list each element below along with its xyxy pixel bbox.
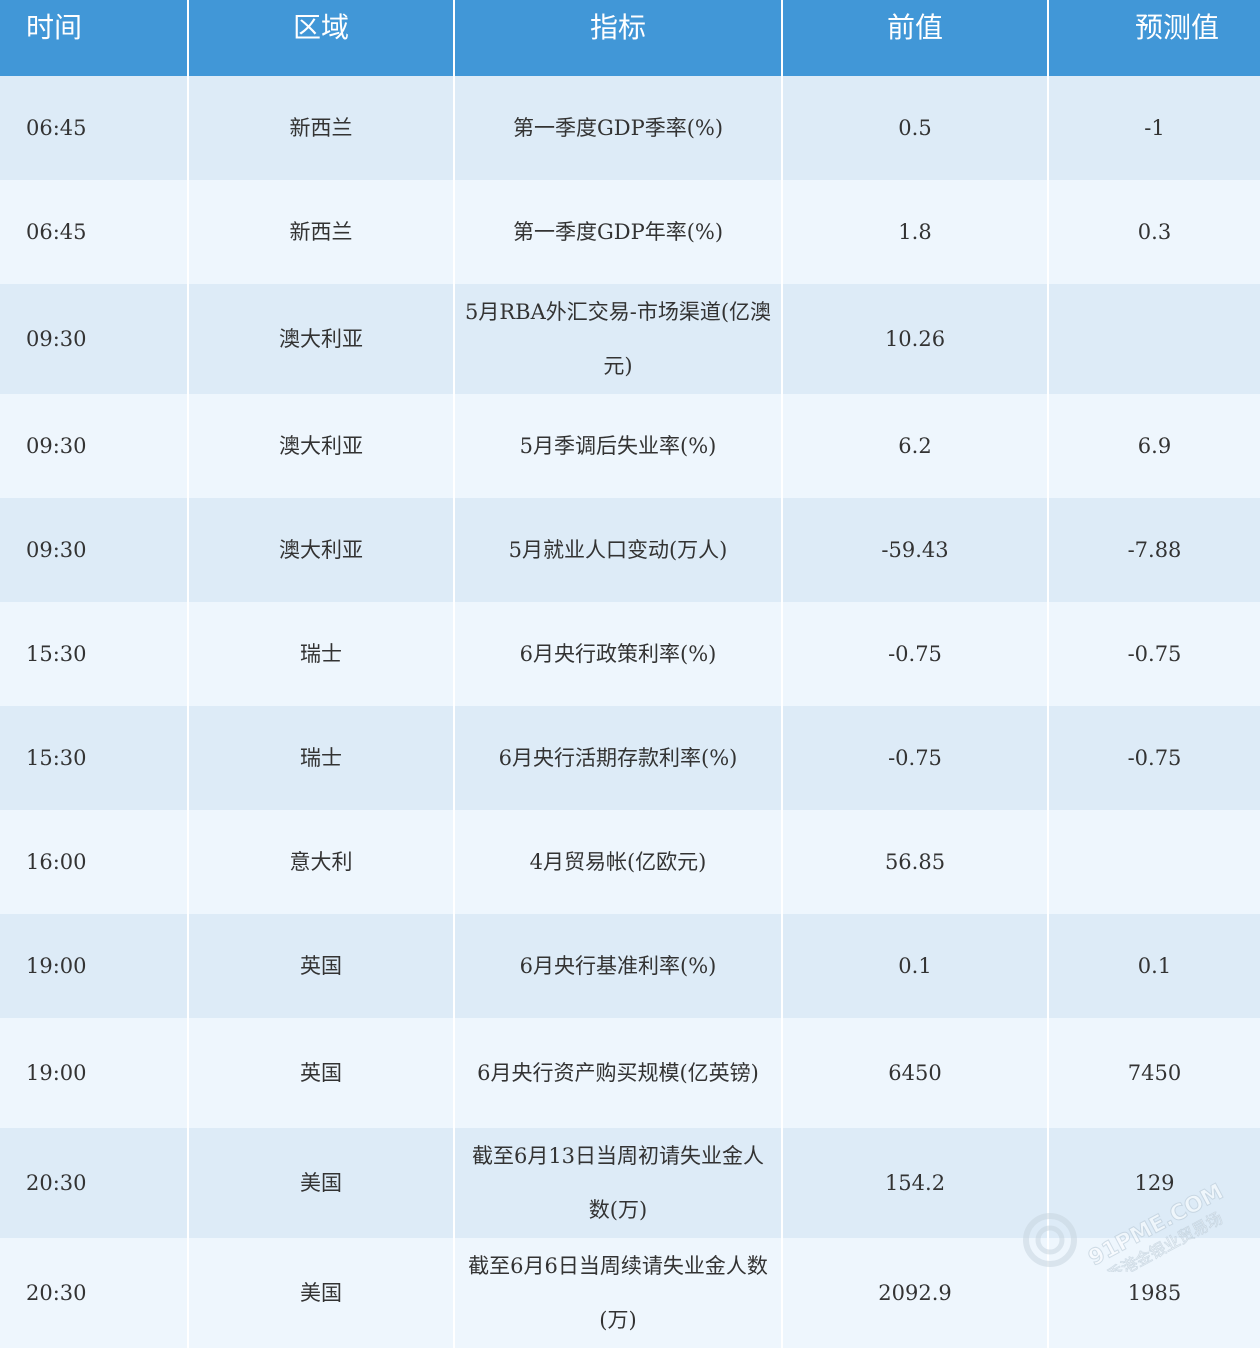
cell-forecast: 0.1 — [1048, 914, 1260, 1018]
cell-indicator: 第一季度GDP年率(%) — [454, 180, 783, 284]
header-forecast: 预测值 — [1048, 0, 1260, 76]
cell-previous: -0.75 — [782, 602, 1049, 706]
cell-forecast: -1 — [1048, 76, 1260, 180]
table-row: 19:00 英国 6月央行基准利率(%) 0.1 0.1 — [0, 914, 1260, 1018]
table-row: 06:45 新西兰 第一季度GDP年率(%) 1.8 0.3 — [0, 180, 1260, 284]
cell-region: 澳大利亚 — [188, 284, 455, 394]
cell-indicator: 4月贸易帐(亿欧元) — [454, 810, 783, 914]
cell-indicator: 截至6月6日当周续请失业金人数(万) — [454, 1238, 783, 1348]
table-row: 09:30 澳大利亚 5月就业人口变动(万人) -59.43 -7.88 — [0, 498, 1260, 602]
cell-indicator: 5月RBA外汇交易-市场渠道(亿澳元) — [454, 284, 783, 394]
economic-calendar-table: 时间 区域 指标 前值 预测值 06:45 新西兰 第一季度GDP季率(%) 0… — [0, 0, 1260, 1348]
cell-indicator: 5月就业人口变动(万人) — [454, 498, 783, 602]
table-row: 19:00 英国 6月央行资产购买规模(亿英镑) 6450 7450 — [0, 1018, 1260, 1128]
cell-time: 19:00 — [0, 1018, 189, 1128]
table-row: 20:30 美国 截至6月6日当周续请失业金人数(万) 2092.9 1985 — [0, 1238, 1260, 1348]
cell-previous: -0.75 — [782, 706, 1049, 810]
cell-time: 15:30 — [0, 706, 189, 810]
cell-previous: 1.8 — [782, 180, 1049, 284]
cell-time: 19:00 — [0, 914, 189, 1018]
cell-time: 16:00 — [0, 810, 189, 914]
table-row: 15:30 瑞士 6月央行活期存款利率(%) -0.75 -0.75 — [0, 706, 1260, 810]
cell-region: 澳大利亚 — [188, 498, 455, 602]
cell-forecast — [1048, 284, 1260, 394]
cell-forecast: -0.75 — [1048, 706, 1260, 810]
cell-previous: 2092.9 — [782, 1238, 1049, 1348]
table-row: 15:30 瑞士 6月央行政策利率(%) -0.75 -0.75 — [0, 602, 1260, 706]
cell-forecast: 0.3 — [1048, 180, 1260, 284]
cell-region: 瑞士 — [188, 602, 455, 706]
cell-region: 瑞士 — [188, 706, 455, 810]
cell-region: 新西兰 — [188, 180, 455, 284]
cell-indicator: 截至6月13日当周初请失业金人数(万) — [454, 1128, 783, 1238]
cell-forecast: 1985 — [1048, 1238, 1260, 1348]
cell-time: 20:30 — [0, 1128, 189, 1238]
header-row: 时间 区域 指标 前值 预测值 — [0, 0, 1260, 76]
cell-indicator: 5月季调后失业率(%) — [454, 394, 783, 498]
table-row: 16:00 意大利 4月贸易帐(亿欧元) 56.85 — [0, 810, 1260, 914]
cell-region: 美国 — [188, 1238, 455, 1348]
cell-region: 新西兰 — [188, 76, 455, 180]
header-indicator: 指标 — [454, 0, 783, 76]
table-row: 09:30 澳大利亚 5月RBA外汇交易-市场渠道(亿澳元) 10.26 — [0, 284, 1260, 394]
cell-time: 09:30 — [0, 394, 189, 498]
cell-indicator: 6月央行基准利率(%) — [454, 914, 783, 1018]
cell-indicator: 6月央行政策利率(%) — [454, 602, 783, 706]
table-row: 09:30 澳大利亚 5月季调后失业率(%) 6.2 6.9 — [0, 394, 1260, 498]
cell-region: 美国 — [188, 1128, 455, 1238]
cell-time: 06:45 — [0, 180, 189, 284]
cell-forecast: 6.9 — [1048, 394, 1260, 498]
cell-region: 意大利 — [188, 810, 455, 914]
cell-time: 06:45 — [0, 76, 189, 180]
cell-indicator: 6月央行资产购买规模(亿英镑) — [454, 1018, 783, 1128]
cell-previous: 0.5 — [782, 76, 1049, 180]
cell-previous: 56.85 — [782, 810, 1049, 914]
cell-indicator: 第一季度GDP季率(%) — [454, 76, 783, 180]
cell-time: 15:30 — [0, 602, 189, 706]
cell-region: 英国 — [188, 1018, 455, 1128]
header-previous: 前值 — [782, 0, 1049, 76]
cell-forecast: 129 — [1048, 1128, 1260, 1238]
cell-forecast: -7.88 — [1048, 498, 1260, 602]
table-row: 20:30 美国 截至6月13日当周初请失业金人数(万) 154.2 129 — [0, 1128, 1260, 1238]
header-region: 区域 — [188, 0, 455, 76]
cell-forecast — [1048, 810, 1260, 914]
cell-previous: 6450 — [782, 1018, 1049, 1128]
cell-forecast: -0.75 — [1048, 602, 1260, 706]
cell-indicator: 6月央行活期存款利率(%) — [454, 706, 783, 810]
cell-previous: -59.43 — [782, 498, 1049, 602]
cell-previous: 10.26 — [782, 284, 1049, 394]
cell-forecast: 7450 — [1048, 1018, 1260, 1128]
header-time: 时间 — [0, 0, 189, 76]
cell-time: 09:30 — [0, 284, 189, 394]
cell-previous: 0.1 — [782, 914, 1049, 1018]
cell-previous: 154.2 — [782, 1128, 1049, 1238]
cell-previous: 6.2 — [782, 394, 1049, 498]
table-row: 06:45 新西兰 第一季度GDP季率(%) 0.5 -1 — [0, 76, 1260, 180]
cell-time: 20:30 — [0, 1238, 189, 1348]
cell-time: 09:30 — [0, 498, 189, 602]
cell-region: 英国 — [188, 914, 455, 1018]
cell-region: 澳大利亚 — [188, 394, 455, 498]
